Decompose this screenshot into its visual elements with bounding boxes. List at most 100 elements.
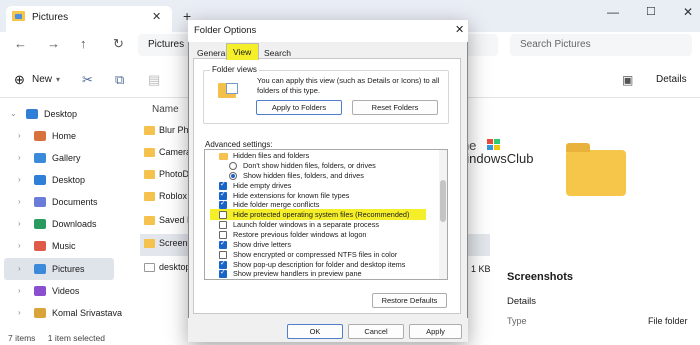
chevron-down-icon: ⌄ xyxy=(10,109,17,118)
chevron-right-icon: › xyxy=(18,286,21,295)
minimize-icon[interactable]: — xyxy=(607,5,619,19)
checkbox-checked[interactable] xyxy=(219,239,227,249)
details-button[interactable]: Details xyxy=(656,74,687,85)
tab-title: Pictures xyxy=(32,12,69,23)
dialog-close-icon[interactable]: ✕ xyxy=(455,23,464,36)
folder-views-description: You can apply this view (such as Details… xyxy=(257,76,440,95)
scrollbar-thumb[interactable] xyxy=(440,180,446,222)
sidebar-item-label: Downloads xyxy=(52,219,97,229)
sidebar-item-gallery[interactable]: › Gallery xyxy=(14,150,124,168)
close-window-icon[interactable]: ✕ xyxy=(683,5,693,19)
radio-button[interactable] xyxy=(229,162,237,170)
details-type-label: Type xyxy=(507,316,527,326)
cancel-button[interactable]: Cancel xyxy=(348,324,404,339)
sidebar-item-pictures[interactable]: › Pictures xyxy=(14,261,124,279)
sidebar-item-desktop-2[interactable]: › Desktop xyxy=(14,172,124,190)
sidebar-item-videos[interactable]: › Videos xyxy=(14,283,124,301)
sidebar-item-user[interactable]: › Komal Srivastava xyxy=(14,305,134,323)
sidebar-item-label: Pictures xyxy=(52,264,85,274)
chevron-right-icon: › xyxy=(18,264,21,273)
back-arrow-icon[interactable]: ← xyxy=(14,36,27,51)
sidebar-item-label: Documents xyxy=(52,197,98,207)
sidebar-item-label: Home xyxy=(52,131,77,141)
details-type-value: File folder xyxy=(648,316,688,326)
sidebar-item-home[interactable]: › Home xyxy=(14,128,124,146)
chevron-down-icon: ▾ xyxy=(56,75,61,84)
videos-icon xyxy=(34,286,46,296)
status-selection: 1 item selected xyxy=(47,333,105,343)
sidebar-item-downloads[interactable]: › Downloads xyxy=(14,216,124,234)
file-name: Roblox xyxy=(159,191,188,201)
address-text: Pictures xyxy=(148,39,185,50)
details-title: Screenshots xyxy=(507,271,574,283)
checkbox-unchecked[interactable] xyxy=(219,211,227,219)
reset-folders-button[interactable]: Reset Folders xyxy=(352,100,438,115)
checkbox-checked[interactable] xyxy=(219,180,227,190)
music-icon xyxy=(34,241,46,251)
tab-view[interactable]: View xyxy=(233,47,251,57)
tab-pictures[interactable] xyxy=(6,6,172,32)
sidebar-item-documents[interactable]: › Documents xyxy=(14,194,124,212)
sidebar-item-music[interactable]: › Music xyxy=(14,238,124,256)
apply-button[interactable]: Apply xyxy=(409,324,462,339)
chevron-right-icon: › xyxy=(18,197,21,206)
folder-icon xyxy=(144,170,155,179)
folder-icon xyxy=(144,216,155,225)
chevron-right-icon: › xyxy=(18,308,21,317)
tab-search[interactable]: Search xyxy=(264,48,291,58)
cut-icon[interactable]: ✂ xyxy=(82,72,93,88)
advanced-settings-label: Advanced settings: xyxy=(205,140,273,149)
checkbox-checked[interactable] xyxy=(219,199,227,209)
sidebar-item-label: Desktop xyxy=(44,109,78,119)
details-heading: Details xyxy=(507,296,537,307)
file-size: 1 KB xyxy=(471,264,491,274)
paste-icon[interactable]: ▤ xyxy=(148,72,160,88)
checkbox-checked[interactable] xyxy=(219,268,227,278)
pictures-folder-icon xyxy=(12,11,25,21)
apply-to-folders-button[interactable]: Apply to Folders xyxy=(256,100,342,115)
copy-icon[interactable]: ⧉ xyxy=(115,72,124,88)
radio-button-checked[interactable] xyxy=(229,172,237,180)
sidebar-item-label: Music xyxy=(52,241,76,251)
status-bar: 7 items 1 item selected xyxy=(8,333,105,343)
file-name: Camera xyxy=(159,147,192,157)
sidebar-item-label: Komal Srivastava xyxy=(52,308,123,318)
chevron-right-icon: › xyxy=(18,219,21,228)
checkbox-unchecked[interactable] xyxy=(219,231,227,239)
status-item-count: 7 items xyxy=(8,333,36,343)
forward-arrow-icon[interactable]: → xyxy=(47,36,60,51)
dialog-title: Folder Options xyxy=(194,25,257,36)
home-icon xyxy=(34,131,46,141)
folder-icon xyxy=(144,239,155,248)
documents-icon xyxy=(34,197,46,207)
sidebar-item-label: Desktop xyxy=(52,175,86,185)
plus-icon: ⊕ xyxy=(14,72,25,87)
grid-view-icon xyxy=(226,83,238,94)
sidebar-item-label: Gallery xyxy=(52,153,81,163)
tab-close-icon[interactable]: ✕ xyxy=(152,10,161,23)
file-name: desktop xyxy=(159,262,191,272)
folder-icon xyxy=(219,153,228,160)
folder-icon xyxy=(144,192,155,201)
sidebar-item-desktop[interactable]: ⌄ Desktop xyxy=(6,106,116,124)
new-button[interactable]: New xyxy=(32,74,52,85)
file-icon xyxy=(144,263,155,272)
downloads-icon xyxy=(34,219,46,229)
ok-button[interactable]: OK xyxy=(287,324,343,339)
user-folder-icon xyxy=(34,308,46,318)
desktop-icon xyxy=(34,175,46,185)
column-header-name[interactable]: Name xyxy=(152,104,179,115)
restore-defaults-button[interactable]: Restore Defaults xyxy=(372,293,447,308)
chevron-right-icon: › xyxy=(18,153,21,162)
checkbox-unchecked[interactable] xyxy=(219,251,227,259)
maximize-icon[interactable]: ☐ xyxy=(646,5,656,18)
folder-views-label: Folder views xyxy=(210,65,259,74)
chevron-right-icon: › xyxy=(18,131,21,140)
folder-icon xyxy=(144,148,155,157)
folder-icon xyxy=(144,126,155,135)
checkbox-unchecked[interactable] xyxy=(219,221,227,229)
tab-general[interactable]: General xyxy=(197,48,227,58)
chevron-right-icon: › xyxy=(18,175,21,184)
refresh-icon[interactable]: ↻ xyxy=(113,36,124,52)
up-arrow-icon[interactable]: ↑ xyxy=(80,36,87,51)
